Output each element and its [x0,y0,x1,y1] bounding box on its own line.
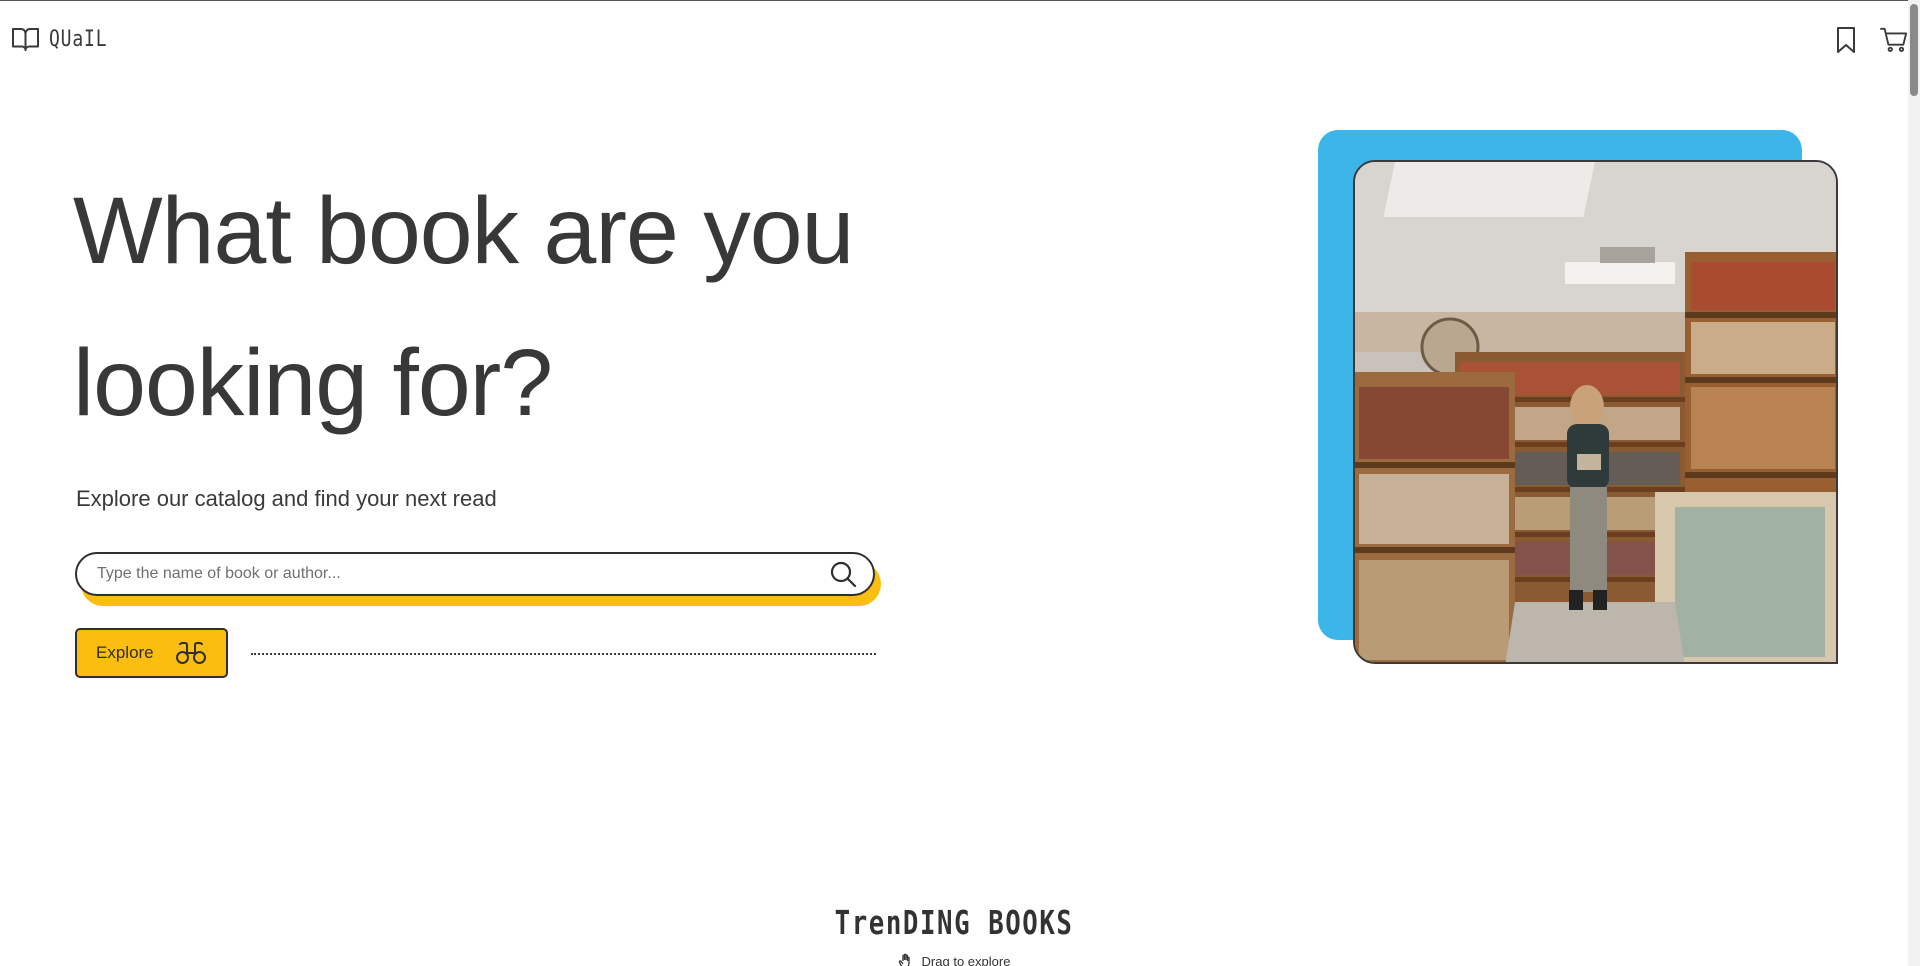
binoculars-icon [175,642,206,664]
trending-books-heading-text: TrenDING BOOKS [834,903,1074,942]
scrollbar-thumb[interactable] [1910,4,1918,96]
bookmark-icon [1837,27,1855,53]
brand-logo-link[interactable]: QUaIL [11,26,120,52]
search-input[interactable] [77,554,813,594]
hero-subtitle: Explore our catalog and find your next r… [76,486,497,511]
bookstore-photo [1355,162,1836,662]
cart-icon [1880,27,1908,52]
brand-name: QUaIL [49,26,108,52]
explore-button-label: Explore [96,643,154,662]
decorative-dotted-line [251,653,876,655]
search-box [75,552,875,596]
hero-image [1353,160,1838,664]
book-open-icon [12,28,39,51]
cart-button[interactable] [1880,25,1908,55]
search-bar [75,552,881,606]
bookmarks-button[interactable] [1832,25,1860,55]
search-icon [830,561,857,588]
explore-button[interactable]: Explore [75,628,228,678]
drag-hint-text: Drag to explore [921,953,1011,966]
header-actions [1832,25,1908,55]
page-scrollbar[interactable] [1908,0,1920,966]
search-button[interactable] [813,554,873,594]
hero-title: What book are you looking for? [73,178,854,436]
site-header: QUaIL [0,1,1908,79]
drag-hand-icon [898,953,910,966]
trending-books-heading: TrenDING BOOKS [0,903,1908,942]
drag-hint: Drag to explore [0,953,1908,966]
